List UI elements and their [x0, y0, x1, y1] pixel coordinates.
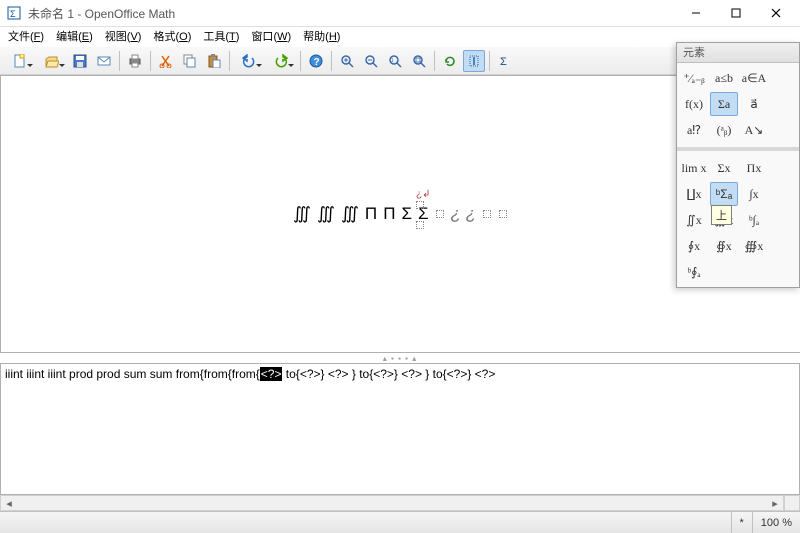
cat-others[interactable]: a⁉ [680, 118, 708, 142]
cat-unary-binary[interactable]: ⁺⁄ₐ₋ᵦ [680, 66, 708, 90]
svg-text:Σ: Σ [500, 56, 507, 68]
scroll-right-button[interactable]: ▸ [767, 496, 783, 510]
zoom-indicator[interactable]: 100 % [752, 512, 800, 533]
maximize-button[interactable] [716, 1, 756, 25]
zoom-out-button[interactable] [360, 50, 382, 72]
cat-operators[interactable]: Σa [710, 92, 738, 116]
palette-separator [677, 147, 799, 151]
op-int-limits[interactable]: ᵇ∫ₐ [740, 208, 768, 232]
formula-cursor-button[interactable] [463, 50, 485, 72]
palette-title[interactable]: 元素 [677, 43, 799, 63]
status-bar: * 100 % [0, 511, 800, 533]
op-sum-limits-glyph: ᵇΣₐ [716, 187, 732, 201]
scroll-track[interactable] [17, 496, 767, 510]
elements-button[interactable]: Σ [494, 50, 516, 72]
rendered-formula: ∭ ∭ ∭ Π Π Σ Σ ¿↲ ¿ ¿ [293, 204, 508, 224]
sym-iiint: ∭ [293, 204, 311, 224]
mail-button[interactable] [93, 50, 115, 72]
grip-icon: ▴ ▪ ▪ ▪ ▴ [383, 354, 417, 363]
sym-sum: Σ [401, 204, 412, 224]
menu-format[interactable]: 格式(O) [147, 28, 197, 46]
cat-brackets[interactable]: (ᵃᵦ) [710, 118, 738, 142]
modified-indicator[interactable]: * [731, 512, 752, 533]
elements-palette[interactable]: 元素 ⁺⁄ₐ₋ᵦ a≤b a∈A f(x) Σa a⃗ a⁉ (ᵃᵦ) A↘ l… [676, 42, 800, 288]
op-prod[interactable]: Πx [740, 156, 768, 180]
palette-category-grid: ⁺⁄ₐ₋ᵦ a≤b a∈A f(x) Σa a⃗ a⁉ (ᵃᵦ) A↘ [677, 63, 799, 145]
cat-attributes[interactable]: a⃗ [740, 92, 768, 116]
op-int[interactable]: ∫x [740, 182, 768, 206]
menu-help[interactable]: 帮助(H) [297, 28, 346, 46]
sym-prod: Π [365, 204, 377, 224]
placeholder [499, 210, 507, 218]
zoom-100-button[interactable]: 1 [384, 50, 406, 72]
op-oiint[interactable]: ∯x [710, 234, 738, 258]
palette-ops-grid: lim x Σx Πx ∐x ᵇΣₐ 上 ∫x ∬x ∭x ᵇ∫ₐ ∮x ∯x … [677, 153, 799, 287]
zoom-in-button[interactable] [336, 50, 358, 72]
sym-iiint: ∭ [317, 204, 335, 224]
cat-set-ops[interactable]: a∈A [740, 66, 768, 90]
sym-prod: Π [383, 204, 395, 224]
op-iint[interactable]: ∬x [680, 208, 708, 232]
op-oint[interactable]: ∮x [680, 234, 708, 258]
svg-text:Σ: Σ [10, 9, 16, 19]
op-coprod[interactable]: ∐x [680, 182, 708, 206]
svg-text:?: ? [314, 57, 320, 68]
op-sum-limits[interactable]: ᵇΣₐ 上 [710, 182, 738, 206]
size-grip[interactable] [784, 495, 800, 511]
help-button[interactable]: ? [305, 50, 327, 72]
redo-button[interactable] [266, 50, 296, 72]
new-button[interactable] [5, 50, 35, 72]
placeholder [483, 210, 491, 218]
menu-tools[interactable]: 工具(T) [197, 28, 245, 46]
selection: <?> [260, 367, 283, 381]
undo-button[interactable] [234, 50, 264, 72]
cat-formats[interactable]: A↘ [740, 118, 768, 142]
horizontal-scrollbar[interactable]: ◂ ▸ [0, 495, 784, 511]
refresh-button[interactable] [439, 50, 461, 72]
menu-view[interactable]: 视图(V) [99, 28, 148, 46]
op-sum[interactable]: Σx [710, 156, 738, 180]
op-oint-limits[interactable]: ᵇ∮ₐ [680, 260, 708, 284]
menu-window[interactable]: 窗口(W) [245, 28, 297, 46]
zoom-fit-button[interactable] [408, 50, 430, 72]
menu-edit[interactable]: 编辑(E) [50, 28, 99, 46]
minimize-button[interactable] [676, 1, 716, 25]
title-bar: Σ 未命名 1 - OpenOffice Math [0, 0, 800, 27]
scroll-left-button[interactable]: ◂ [1, 496, 17, 510]
paste-button[interactable] [203, 50, 225, 72]
tooltip: 上 [711, 205, 732, 225]
app-icon: Σ [6, 5, 22, 21]
copy-button[interactable] [179, 50, 201, 72]
window-title: 未命名 1 - OpenOffice Math [28, 5, 676, 22]
command-editor[interactable]: iiint iiint iiint prod prod sum sum from… [0, 363, 800, 495]
print-button[interactable] [124, 50, 146, 72]
sym-iiint: ∭ [341, 204, 359, 224]
cat-functions[interactable]: f(x) [680, 92, 708, 116]
cut-button[interactable] [155, 50, 177, 72]
pane-splitter[interactable]: ▴ ▪ ▪ ▪ ▴ [0, 353, 800, 363]
sym-sum: Σ ¿↲ [418, 204, 429, 224]
editor-text[interactable]: iiint iiint iiint prod prod sum sum from… [1, 364, 799, 385]
menu-file[interactable]: 文件(F) [2, 28, 50, 46]
op-lim[interactable]: lim x [680, 156, 708, 180]
save-button[interactable] [69, 50, 91, 72]
open-button[interactable] [37, 50, 67, 72]
svg-text:1: 1 [391, 58, 394, 64]
cat-relations[interactable]: a≤b [710, 66, 738, 90]
placeholder [436, 210, 444, 218]
close-button[interactable] [756, 1, 796, 25]
op-oiiint[interactable]: ∰x [740, 234, 768, 258]
